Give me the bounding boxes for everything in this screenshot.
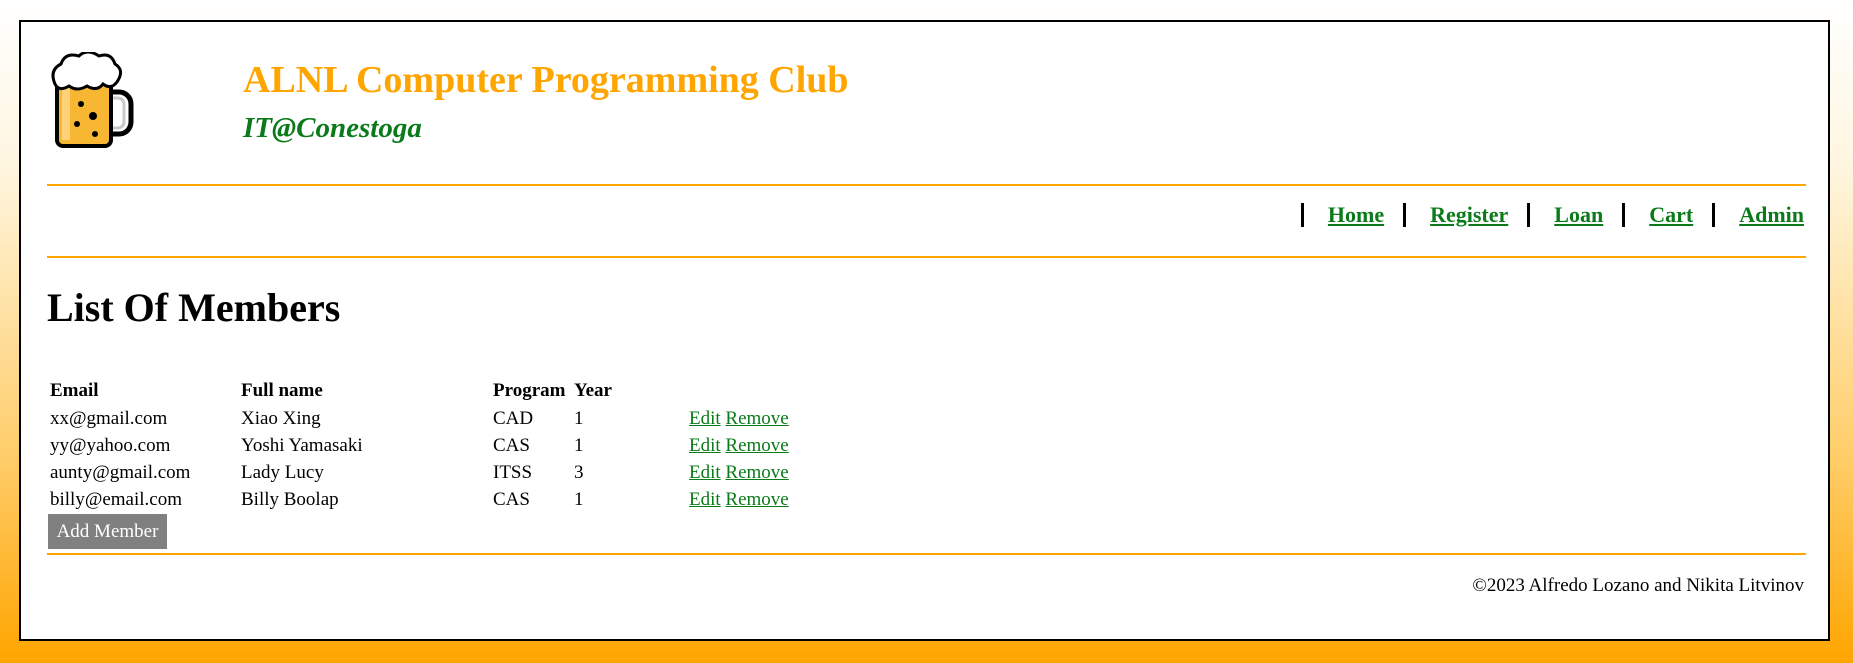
nav-separator: [1622, 203, 1626, 227]
cell-email: billy@email.com: [50, 488, 182, 510]
edit-link[interactable]: Edit: [689, 489, 721, 510]
cell-actions: Edit Remove: [687, 405, 811, 432]
page-frame: ALNL Computer Programming Club IT@Conest…: [19, 20, 1830, 641]
main-nav: Home Register Loan Cart Admin: [1282, 202, 1804, 228]
nav-separator: [1403, 203, 1407, 227]
table-row: xx@gmail.com Xiao Xing CAD 1 Edit Remove: [48, 405, 811, 432]
cell-year: 3: [574, 461, 584, 483]
cell-year: 1: [574, 407, 584, 429]
nav-link-admin[interactable]: Admin: [1739, 202, 1804, 228]
nav-link-home[interactable]: Home: [1328, 202, 1384, 228]
members-table: Email Full name Program Year xx@gmail.co…: [48, 377, 811, 513]
nav-item-home: Home: [1300, 202, 1384, 228]
remove-link[interactable]: Remove: [725, 408, 788, 429]
add-member-button[interactable]: Add Member: [48, 514, 167, 549]
edit-link[interactable]: Edit: [689, 408, 721, 429]
cell-year: 1: [574, 488, 584, 510]
cell-actions: Edit Remove: [687, 486, 811, 513]
cell-email: xx@gmail.com: [50, 407, 168, 429]
nav-item-cart: Cart: [1622, 202, 1693, 228]
edit-link[interactable]: Edit: [689, 462, 721, 483]
table-header-row: Email Full name Program Year: [48, 377, 811, 405]
nav-separator: [1527, 203, 1531, 227]
footer-copyright: ©2023 Alfredo Lozano and Nikita Litvinov: [1472, 575, 1804, 596]
column-header-email: Email: [50, 380, 99, 401]
cell-actions: Edit Remove: [687, 432, 811, 459]
remove-link[interactable]: Remove: [725, 489, 788, 510]
beer-mug-icon: [51, 52, 134, 148]
nav-item-loan: Loan: [1527, 202, 1603, 228]
footer-divider: [47, 553, 1806, 555]
nav-separator: [1300, 203, 1304, 227]
table-row: yy@yahoo.com Yoshi Yamasaki CAS 1 Edit R…: [48, 432, 811, 459]
cell-full-name: Lady Lucy: [241, 461, 324, 483]
site-title: ALNL Computer Programming Club: [243, 59, 849, 101]
cell-full-name: Billy Boolap: [241, 488, 339, 510]
cell-full-name: Yoshi Yamasaki: [241, 434, 363, 456]
cell-program: ITSS: [493, 461, 533, 483]
remove-link[interactable]: Remove: [725, 462, 788, 483]
cell-program: CAS: [493, 488, 530, 510]
remove-link[interactable]: Remove: [725, 435, 788, 456]
nav-link-cart[interactable]: Cart: [1649, 202, 1693, 228]
table-row: billy@email.com Billy Boolap CAS 1 Edit …: [48, 486, 811, 513]
cell-year: 1: [574, 434, 584, 456]
table-row: aunty@gmail.com Lady Lucy ITSS 3 Edit Re…: [48, 459, 811, 486]
cell-program: CAD: [493, 407, 534, 429]
column-header-program: Program: [493, 380, 566, 401]
column-header-actions: [687, 377, 811, 405]
cell-email: yy@yahoo.com: [50, 434, 171, 456]
nav-link-register[interactable]: Register: [1430, 202, 1508, 228]
nav-separator: [1712, 203, 1716, 227]
header-divider: [47, 184, 1806, 186]
nav-item-register: Register: [1403, 202, 1508, 228]
cell-actions: Edit Remove: [687, 459, 811, 486]
edit-link[interactable]: Edit: [689, 435, 721, 456]
nav-divider: [47, 256, 1806, 258]
nav-link-loan[interactable]: Loan: [1554, 202, 1603, 228]
nav-item-admin: Admin: [1712, 202, 1804, 228]
cell-program: CAS: [493, 434, 530, 456]
page-title: List Of Members: [47, 285, 341, 330]
cell-full-name: Xiao Xing: [241, 407, 321, 429]
column-header-full-name: Full name: [241, 380, 323, 401]
cell-email: aunty@gmail.com: [50, 461, 191, 483]
column-header-year: Year: [574, 380, 612, 401]
site-subtitle: IT@Conestoga: [243, 112, 422, 144]
